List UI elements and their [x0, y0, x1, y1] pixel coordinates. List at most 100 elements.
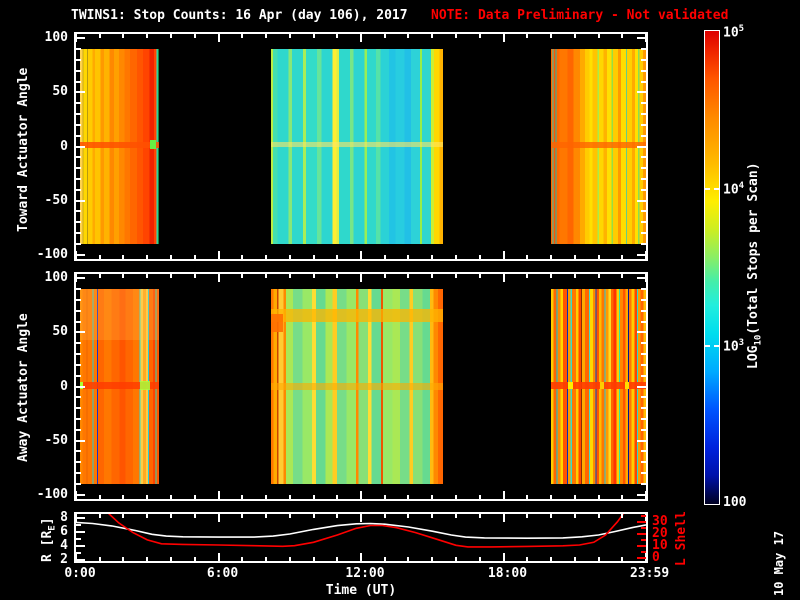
colorbar-tick-label: 105	[723, 24, 744, 40]
minor-tick	[549, 514, 552, 518]
colorbar-tick-exponent: 4	[738, 180, 745, 191]
minor-tick	[76, 407, 81, 410]
major-tick	[502, 514, 505, 522]
minor-tick	[264, 255, 267, 259]
minor-tick	[597, 255, 600, 259]
minor-tick	[76, 123, 81, 126]
minor-tick	[98, 274, 101, 278]
minor-tick	[641, 526, 646, 529]
y-tick-label: -50	[44, 192, 68, 208]
minor-tick	[76, 232, 81, 235]
minor-tick	[312, 495, 315, 499]
time-tick-label: 6:00	[206, 566, 239, 581]
major-tick	[217, 251, 220, 259]
minor-tick	[312, 255, 315, 259]
major-tick	[360, 251, 362, 259]
time-tick-label: 18:00	[487, 566, 528, 581]
minor-tick	[641, 320, 646, 323]
minor-tick	[478, 255, 481, 259]
minor-tick	[76, 342, 81, 345]
minor-tick	[621, 495, 624, 499]
major-tick	[637, 145, 646, 148]
minor-tick	[76, 221, 81, 224]
minor-tick	[526, 255, 529, 259]
minor-tick	[98, 557, 101, 561]
time-tick-label: 0:00	[64, 566, 96, 581]
minor-tick	[76, 417, 81, 420]
heatmap-band	[149, 139, 156, 150]
major-tick	[76, 439, 85, 442]
minor-tick	[76, 80, 81, 83]
minor-tick	[641, 472, 646, 475]
minor-tick	[573, 495, 576, 499]
major-tick	[76, 37, 85, 40]
major-tick	[637, 91, 646, 94]
minor-tick	[526, 514, 529, 518]
minor-tick	[336, 514, 339, 518]
minor-tick	[264, 495, 267, 499]
minor-tick	[573, 255, 576, 259]
minor-tick	[478, 495, 481, 499]
minor-tick	[407, 34, 410, 38]
minor-tick	[76, 374, 81, 377]
major-tick	[76, 385, 85, 388]
minor-tick	[407, 514, 410, 518]
minor-tick	[193, 495, 196, 499]
minor-tick	[641, 461, 646, 464]
minor-tick	[641, 417, 646, 420]
minor-tick	[641, 113, 646, 116]
minor-tick	[76, 428, 81, 431]
minor-tick	[98, 514, 101, 518]
minor-tick	[641, 242, 646, 245]
colorbar	[704, 30, 720, 505]
minor-tick	[478, 34, 481, 38]
minor-tick	[641, 428, 646, 431]
minor-tick	[193, 255, 196, 259]
heatmap-band	[79, 141, 160, 149]
minor-tick	[76, 156, 81, 159]
minor-tick	[76, 288, 81, 291]
colorbar-tick	[705, 187, 710, 190]
minor-tick	[641, 221, 646, 224]
minor-tick	[264, 514, 267, 518]
minor-tick	[641, 514, 646, 517]
colorbar-tick-base: 10	[723, 182, 739, 198]
minor-tick	[76, 472, 81, 475]
minor-tick	[146, 495, 149, 499]
y-tick-label: 6	[60, 523, 68, 539]
colorbar-label-close: (Total Stops per Scan)	[746, 162, 761, 335]
minor-tick	[241, 514, 244, 518]
minor-tick	[193, 34, 196, 38]
minor-tick	[193, 514, 196, 518]
major-tick	[217, 491, 220, 499]
minor-tick	[122, 495, 125, 499]
minor-tick	[98, 34, 101, 38]
colorbar-tick-label: 104	[723, 181, 744, 197]
minor-tick	[146, 34, 149, 38]
major-tick	[360, 553, 362, 561]
colorbar-label-text: LOG	[746, 345, 761, 369]
major-tick	[637, 532, 646, 535]
heatmap-band	[551, 141, 646, 149]
minor-tick	[478, 557, 481, 561]
minor-tick	[193, 274, 196, 278]
minor-tick	[597, 495, 600, 499]
heatmap-band	[270, 382, 443, 391]
minor-tick	[241, 255, 244, 259]
minor-tick	[336, 255, 339, 259]
minor-tick	[76, 363, 81, 366]
y-tick-label: 0	[60, 138, 68, 154]
minor-tick	[383, 255, 386, 259]
minor-tick	[621, 255, 624, 259]
major-tick	[76, 253, 85, 256]
time-axis-label: Time (UT)	[325, 583, 397, 598]
minor-tick	[641, 188, 646, 191]
heatmap-block	[270, 49, 443, 244]
major-tick	[76, 516, 85, 519]
minor-tick	[641, 538, 646, 541]
minor-tick	[641, 551, 646, 553]
minor-tick	[455, 557, 457, 561]
minor-tick	[122, 274, 125, 278]
minor-tick	[76, 58, 81, 61]
major-tick	[217, 274, 220, 282]
